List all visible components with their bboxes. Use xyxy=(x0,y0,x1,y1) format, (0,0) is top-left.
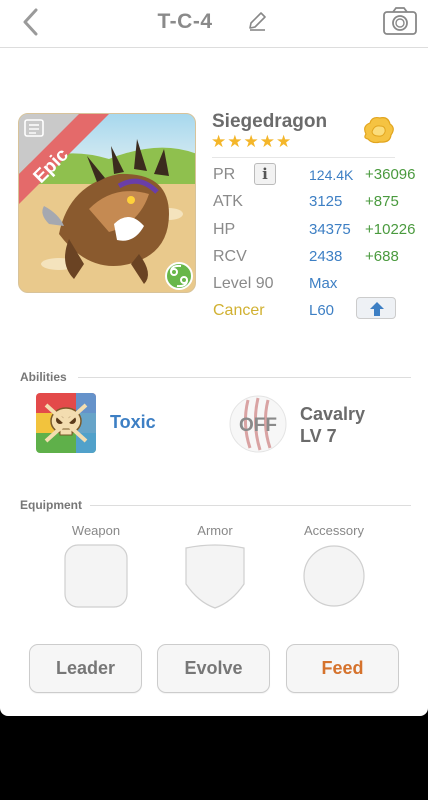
weapon-slot-shape xyxy=(64,544,128,608)
leader-skill-level: LV 7 xyxy=(300,426,337,446)
pr-value: 124.4K xyxy=(309,167,354,183)
hp-bonus: +10226 xyxy=(365,221,416,238)
rcv-label: RCV xyxy=(213,248,247,265)
cancer-zodiac-icon xyxy=(165,262,193,290)
pr-label: PR xyxy=(213,166,236,183)
name-divider xyxy=(212,157,395,158)
accessory-slot[interactable] xyxy=(302,544,366,613)
monster-name: Siegedragon xyxy=(212,111,328,132)
monster-portrait[interactable]: Epic xyxy=(18,113,196,293)
nav-header: T-C-4 xyxy=(0,0,428,48)
zodiac-sign-label: Cancer xyxy=(213,302,265,319)
atk-bonus: +875 xyxy=(365,193,399,210)
info-button[interactable]: i xyxy=(254,163,276,185)
leader-skill-icon[interactable]: OFF xyxy=(228,394,288,454)
feed-button[interactable]: Feed xyxy=(286,644,399,693)
sign-level-value: L60 xyxy=(309,302,335,319)
evolve-button[interactable]: Evolve xyxy=(157,644,270,693)
atk-label: ATK xyxy=(213,193,243,210)
camera-button[interactable] xyxy=(382,6,418,36)
evolution-orb-button[interactable] xyxy=(360,114,396,146)
leader-button[interactable]: Leader xyxy=(29,644,142,693)
armor-slot[interactable] xyxy=(184,544,246,615)
rcv-value: 2438 xyxy=(309,248,343,265)
equipment-divider xyxy=(90,505,411,506)
accessory-slot-shape xyxy=(303,545,365,607)
skull-icon xyxy=(36,393,96,453)
hp-value: 34375 xyxy=(309,221,351,238)
leader-skill-name: Cavalry xyxy=(300,404,366,424)
weapon-slot[interactable] xyxy=(64,544,128,613)
gold-orb-icon xyxy=(364,116,394,144)
accessory-label: Accessory xyxy=(304,523,364,538)
armor-label: Armor xyxy=(197,523,233,538)
edit-button[interactable] xyxy=(246,10,268,32)
monster-detail-screen: T-C-4 Epic Siegedragon ★★★★★ PR i 124.4K… xyxy=(0,0,428,716)
abilities-section-title: Abilities xyxy=(20,370,67,384)
hp-label: HP xyxy=(213,221,236,238)
camera-icon xyxy=(383,7,417,35)
weapon-label: Weapon xyxy=(71,523,121,538)
page-title: T-C-4 xyxy=(157,10,213,33)
monster-image: Epic xyxy=(19,114,195,292)
rcv-bonus: +688 xyxy=(365,248,399,265)
armor-slot-shape xyxy=(185,544,245,609)
claw-mark-icon: OFF xyxy=(229,395,287,453)
ability-name[interactable]: Toxic xyxy=(110,412,156,433)
equipment-section-title: Equipment xyxy=(20,498,82,512)
star-rating: ★★★★★ xyxy=(211,132,293,151)
atk-value: 3125 xyxy=(309,193,343,210)
leader-skill-info[interactable]: Cavalry LV 7 xyxy=(300,403,365,447)
abilities-divider xyxy=(78,377,411,378)
pr-bonus: +36096 xyxy=(365,166,416,183)
arrow-up-icon xyxy=(370,302,384,316)
leader-status-label: OFF xyxy=(239,415,277,436)
sign-upgrade-button[interactable] xyxy=(356,297,396,319)
level-label: Level 90 xyxy=(213,275,274,292)
ability-icon-button[interactable] xyxy=(36,393,96,453)
level-value: Max xyxy=(309,275,338,292)
pencil-icon xyxy=(249,12,266,31)
